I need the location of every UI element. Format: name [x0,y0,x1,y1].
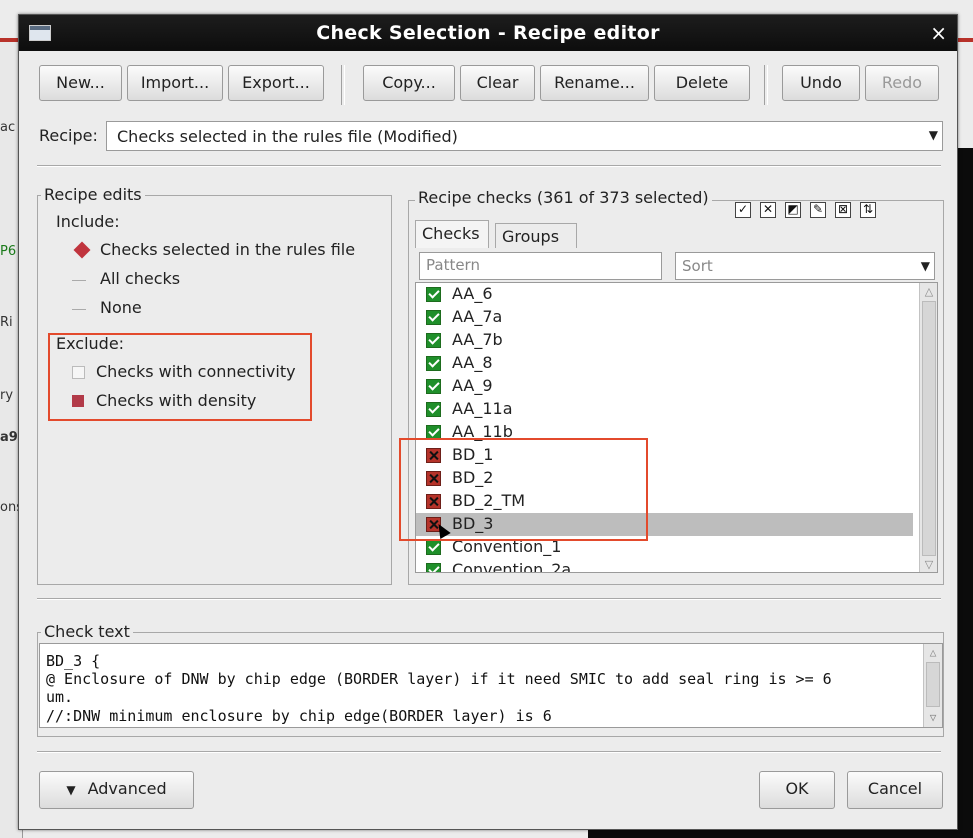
check-selected-icon[interactable]: ◩ [785,202,801,218]
chevron-down-icon: ▼ [928,128,938,142]
uncheck-all-icon[interactable]: ✕ [760,202,776,218]
invert-selection-icon[interactable]: ⇅ [860,202,876,218]
divider [37,165,941,167]
recipe-combobox[interactable]: Checks selected in the rules file (Modif… [106,121,943,151]
rename-button[interactable]: Rename... [540,65,649,101]
code-line: //:DNW minimum enclosure by chip edge(BO… [46,707,552,725]
triangle-down-icon: ▼ [66,783,76,797]
checked-icon[interactable] [426,379,441,394]
new-button[interactable]: New... [39,65,122,101]
check-name: AA_11a [452,399,513,418]
pattern-input[interactable]: Pattern [419,252,662,280]
include-label: Include: [56,212,120,231]
dialog-title: Check Selection - Recipe editor [316,22,660,44]
toolbar-separator [764,65,768,105]
divider [37,751,941,753]
checked-icon[interactable] [426,540,441,555]
ok-button[interactable]: OK [759,771,835,809]
check-name: AA_9 [452,376,493,395]
checked-icon[interactable] [426,333,441,348]
recipe-label: Recipe: [39,126,98,145]
check-name: AA_7b [452,330,503,349]
code-line: @ Enclosure of DNW by chip edge (BORDER … [46,670,832,688]
checked-icon[interactable] [426,310,441,325]
scroll-up-icon[interactable]: △ [922,285,936,299]
chevron-down-icon: ▼ [920,259,930,273]
checked-icon[interactable] [426,402,441,417]
scroll-thumb[interactable] [926,662,940,707]
check-text-scrollbar[interactable]: △ ▽ [923,644,942,727]
scroll-up-icon[interactable]: △ [926,646,940,660]
list-item[interactable]: AA_11a [416,398,913,421]
copy-button[interactable]: Copy... [363,65,455,101]
include-option-all-checks[interactable]: All checks [100,269,180,288]
advanced-button[interactable]: ▼ Advanced [39,771,194,809]
tab-groups[interactable]: Groups [495,223,577,248]
export-button[interactable]: Export... [228,65,324,101]
checks-list-scrollbar[interactable]: △ ▽ [919,283,937,572]
code-line: BD_3 { [46,652,101,670]
check-name: Convention_2a [452,560,572,573]
radio-selected-icon[interactable] [73,241,91,259]
check-name: AA_8 [452,353,493,372]
radio-unselected-icon[interactable] [72,270,86,281]
check-name: AA_6 [452,284,493,303]
list-item[interactable]: AA_9 [416,375,913,398]
recipe-checks-title: Recipe checks (361 of 373 selected) [415,188,712,207]
list-item[interactable]: AA_8 [416,352,913,375]
list-item[interactable]: AA_7a [416,306,913,329]
tab-checks[interactable]: Checks [415,220,489,248]
checked-icon[interactable] [426,563,441,572]
close-icon[interactable]: × [930,21,947,45]
delete-button[interactable]: Delete [654,65,750,101]
scroll-down-icon[interactable]: ▽ [926,711,940,725]
radio-unselected-icon[interactable] [72,299,86,310]
divider [37,598,941,600]
scroll-down-icon[interactable]: ▽ [922,558,936,572]
cancel-button[interactable]: Cancel [847,771,943,809]
list-item[interactable]: Convention_2a [416,559,913,573]
sort-combobox[interactable]: Sort ▼ [675,252,935,280]
scroll-thumb[interactable] [922,301,936,556]
clear-button[interactable]: Clear [460,65,535,101]
check-text-area[interactable]: BD_3 { @ Enclosure of DNW by chip edge (… [39,643,943,728]
undo-button[interactable]: Undo [782,65,860,101]
import-button[interactable]: Import... [127,65,223,101]
sort-value: Sort [682,257,713,275]
exclude-selected-icon[interactable]: ⊠ [835,202,851,218]
recipe-value: Checks selected in the rules file (Modif… [117,127,458,146]
recipe-editor-dialog: Check Selection - Recipe editor × New...… [18,14,958,830]
include-option-none[interactable]: None [100,298,142,317]
annotation-box-exclude [48,333,312,421]
edit-selection-icon[interactable]: ✎ [810,202,826,218]
code-line: um. [46,688,74,706]
list-item[interactable]: AA_6 [416,283,913,306]
checked-icon[interactable] [426,356,441,371]
include-option-rules-file[interactable]: Checks selected in the rules file [100,240,355,259]
recipe-edits-title: Recipe edits [41,185,145,204]
checked-icon[interactable] [426,287,441,302]
advanced-label: Advanced [87,779,167,798]
toolbar-separator [341,65,345,105]
check-name: AA_7a [452,307,503,326]
redo-button: Redo [865,65,939,101]
list-item[interactable]: AA_7b [416,329,913,352]
check-all-icon[interactable]: ✓ [735,202,751,218]
check-text-title: Check text [41,622,133,641]
dialog-titlebar[interactable]: Check Selection - Recipe editor × [19,15,957,51]
